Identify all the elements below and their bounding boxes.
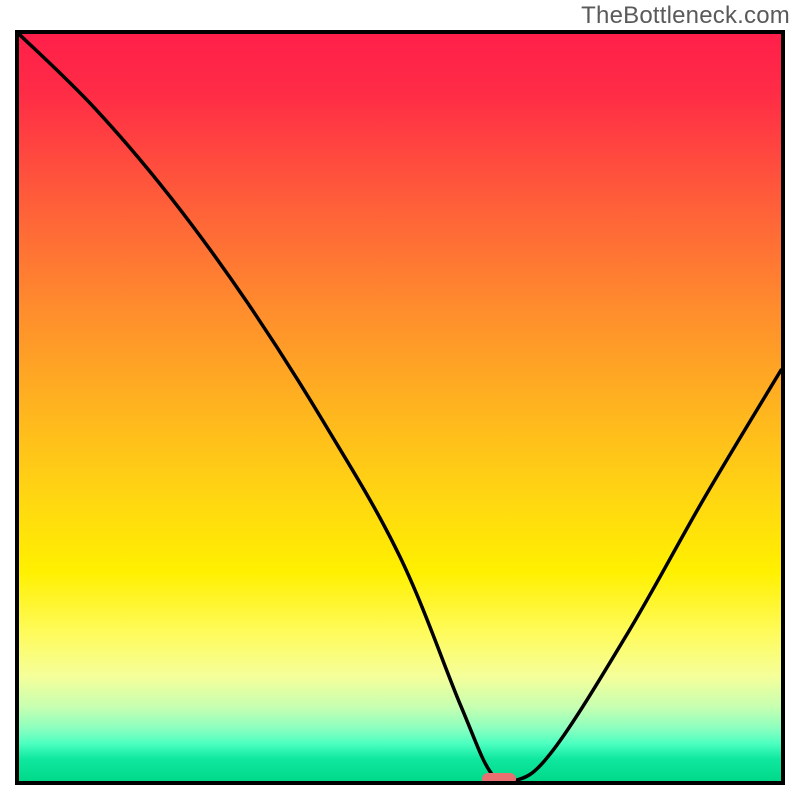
watermark-text: TheBottleneck.com (581, 2, 790, 30)
line-curve (19, 34, 781, 781)
chart-container: TheBottleneck.com (0, 0, 800, 800)
optimal-marker (482, 773, 516, 785)
plot-area (15, 30, 785, 785)
